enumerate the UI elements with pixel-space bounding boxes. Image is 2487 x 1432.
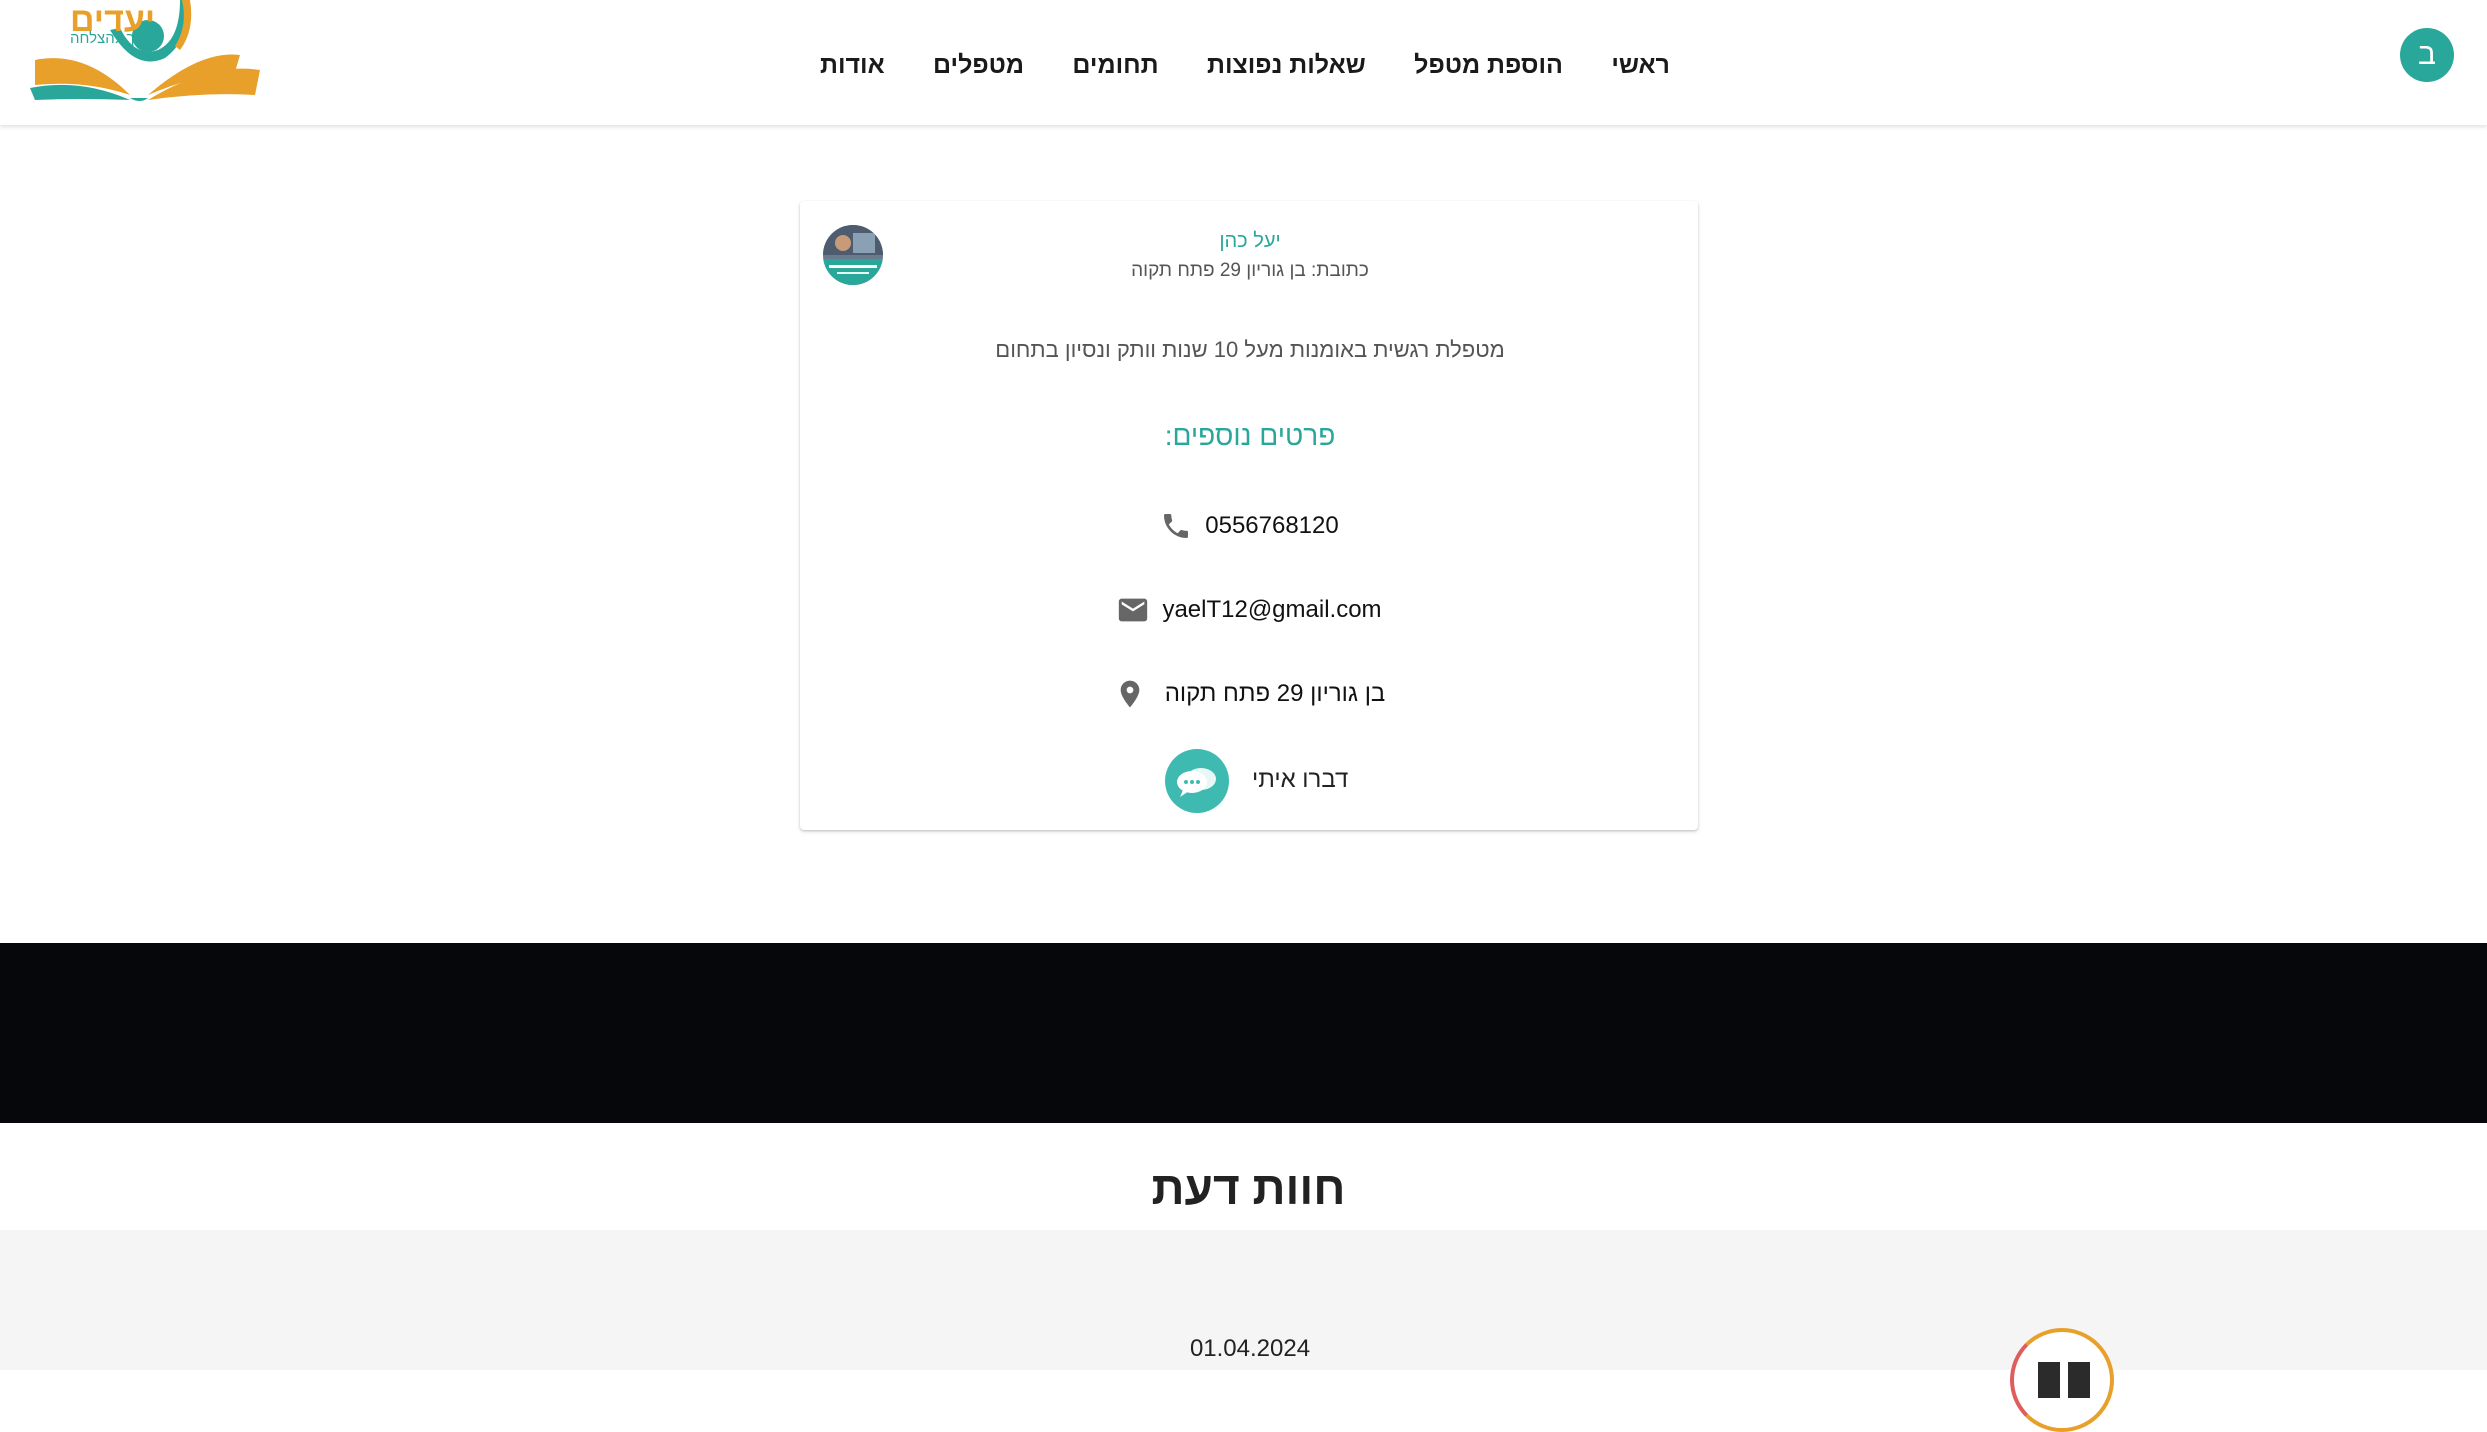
phone-number[interactable]: 0556768120 bbox=[1205, 512, 1338, 540]
nav-faq[interactable]: שאלות נפוצות bbox=[1207, 51, 1366, 80]
nav-add-therapist[interactable]: הוספת מטפל bbox=[1414, 51, 1563, 80]
therapist-photo bbox=[823, 225, 883, 285]
therapist-name[interactable]: יעל כהן bbox=[1000, 229, 1500, 253]
site-logo[interactable]: יעדים הדרך להצלחה bbox=[30, 0, 265, 108]
chat-bubbles-icon bbox=[1177, 768, 1216, 797]
location-pin-icon bbox=[1113, 677, 1147, 711]
nav-therapists[interactable]: מטפלים bbox=[933, 51, 1024, 80]
chat-button[interactable] bbox=[1165, 749, 1229, 813]
location-text: בן גוריון 29 פתח תקוה bbox=[1164, 680, 1386, 707]
therapist-card: יעל כהן כתובת: בן גוריון 29 פתח תקוה מטפ… bbox=[800, 201, 1698, 830]
therapist-address: כתובת: בן גוריון 29 פתח תקוה bbox=[1131, 260, 1369, 281]
phone-row: 0556768120 bbox=[800, 506, 1698, 546]
nav-home[interactable]: ראשי bbox=[1611, 51, 1670, 80]
therapist-description: מטפלת רגשית באומנות מעל 10 שנות וותק ונס… bbox=[995, 337, 1505, 362]
more-details-heading: פרטים נוספים: bbox=[1164, 420, 1336, 451]
opinion-date: 01.04.2024 bbox=[1189, 1335, 1311, 1362]
therapist-avatar bbox=[823, 225, 883, 285]
user-avatar[interactable]: ב bbox=[2400, 28, 2454, 82]
opinions-title: חוות דעת bbox=[1151, 1162, 1346, 1214]
location-row: בן גוריון 29 פתח תקוה bbox=[800, 674, 1698, 714]
email-address[interactable]: yaelT12@gmail.com bbox=[1162, 596, 1381, 624]
logo-subtitle: הדרך להצלחה bbox=[70, 30, 160, 47]
email-row: yaelT12@gmail.com bbox=[800, 590, 1698, 630]
chat-label[interactable]: דברו איתי bbox=[1252, 764, 1348, 796]
dark-banner bbox=[0, 943, 2487, 1123]
quote-badge bbox=[2010, 1328, 2114, 1432]
main-nav: ראשי הוספת מטפל שאלות נפוצות תחומים מטפל… bbox=[820, 40, 1670, 90]
email-icon bbox=[1116, 593, 1150, 627]
top-header: יעדים הדרך להצלחה ראשי הוספת מטפל שאלות … bbox=[0, 0, 2487, 125]
nav-fields[interactable]: תחומים bbox=[1072, 51, 1158, 80]
nav-about[interactable]: אודות bbox=[820, 51, 885, 80]
quote-icon bbox=[2038, 1362, 2090, 1398]
phone-icon bbox=[1159, 509, 1193, 543]
